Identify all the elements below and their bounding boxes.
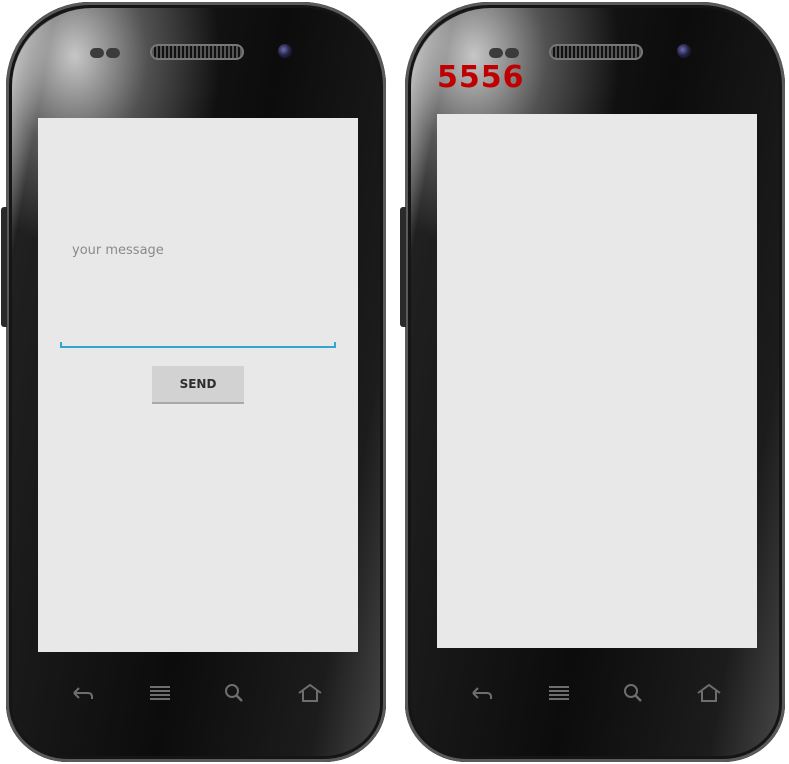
- search-icon[interactable]: [220, 682, 248, 704]
- message-label: your message: [72, 243, 164, 258]
- side-volume-key[interactable]: [400, 207, 406, 327]
- phone-screen: [437, 114, 757, 648]
- light-sensor: [505, 48, 519, 58]
- earpiece-speaker: [152, 46, 242, 58]
- message-input[interactable]: [60, 318, 340, 348]
- back-icon[interactable]: [467, 682, 495, 704]
- message-input-underline: [60, 342, 336, 348]
- light-sensor: [106, 48, 120, 58]
- back-icon[interactable]: [68, 682, 96, 704]
- emulator-port-label: 5556: [437, 60, 525, 95]
- right-phone: 5556: [400, 2, 785, 762]
- menu-icon[interactable]: [146, 682, 174, 704]
- send-button[interactable]: SEND: [152, 366, 244, 404]
- menu-icon[interactable]: [545, 682, 573, 704]
- left-phone: your message SEND: [1, 2, 386, 762]
- front-camera-icon: [677, 44, 691, 58]
- phone-screen: your message SEND: [38, 118, 358, 652]
- search-icon[interactable]: [619, 682, 647, 704]
- home-icon[interactable]: [296, 682, 324, 704]
- earpiece-speaker: [551, 46, 641, 58]
- side-volume-key[interactable]: [1, 207, 7, 327]
- home-icon[interactable]: [695, 682, 723, 704]
- proximity-sensor: [489, 48, 503, 58]
- front-camera-icon: [278, 44, 292, 58]
- proximity-sensor: [90, 48, 104, 58]
